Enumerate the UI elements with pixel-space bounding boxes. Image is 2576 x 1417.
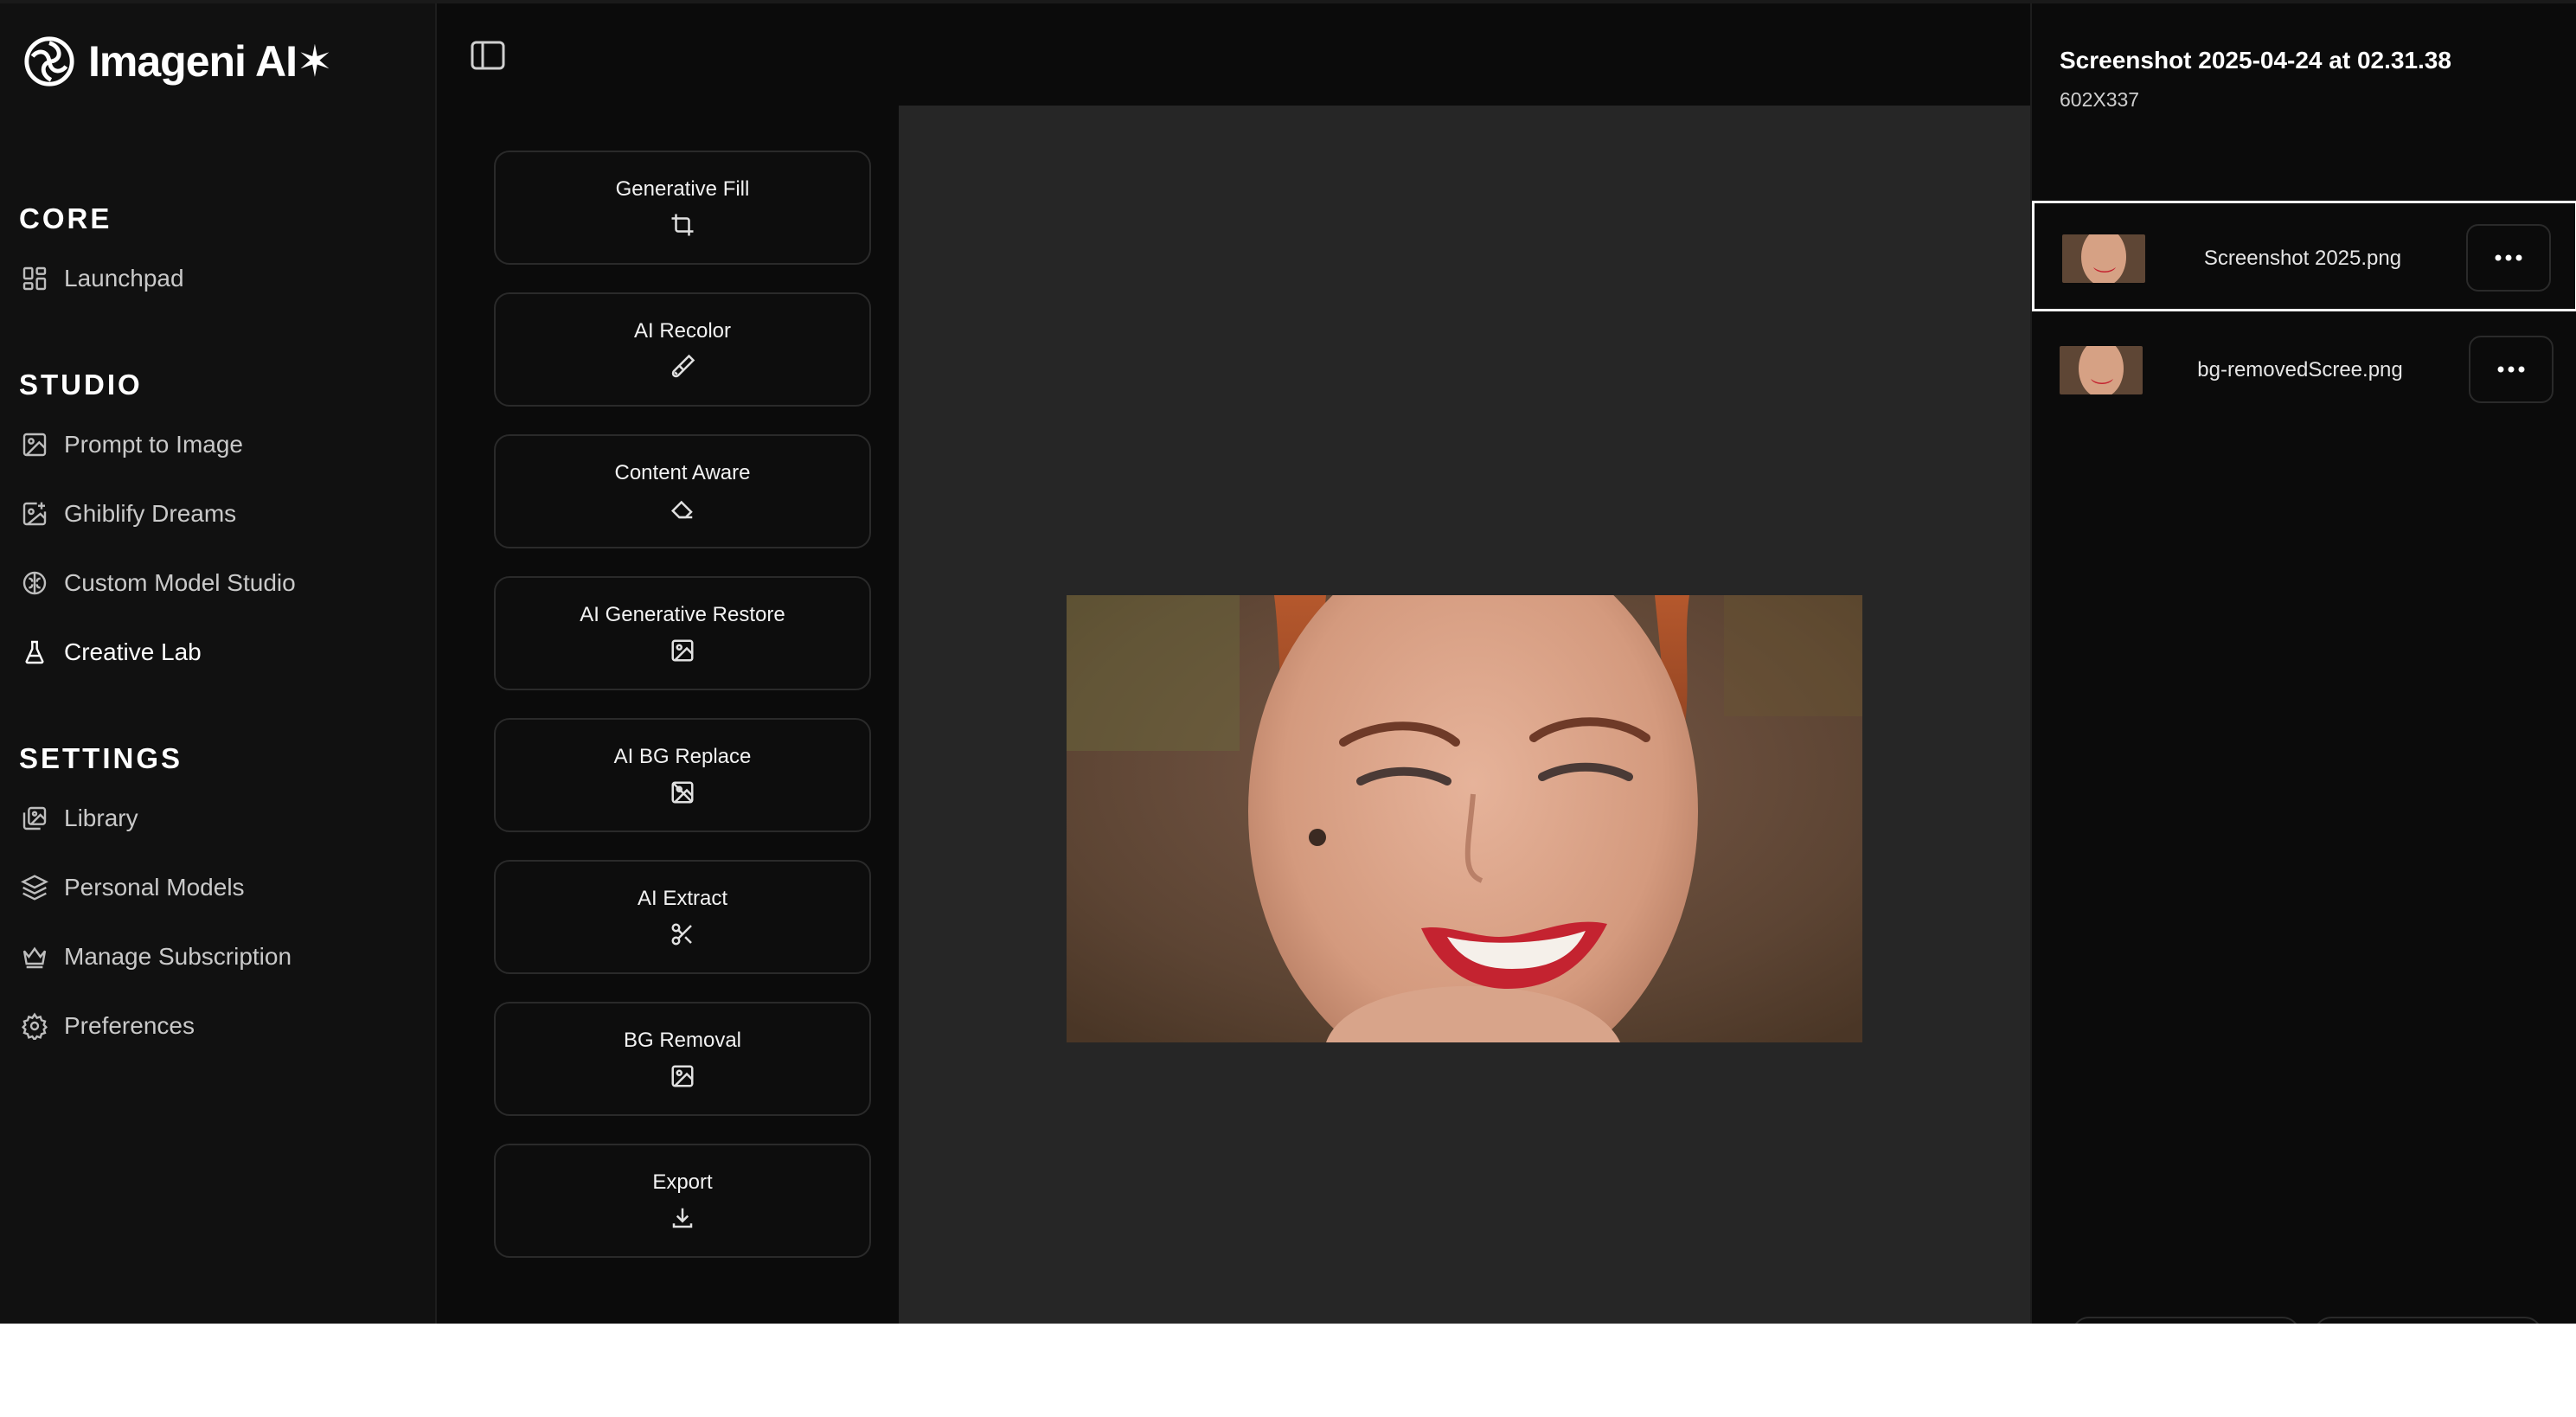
layers-icon <box>21 875 48 901</box>
tool-bg-removal[interactable]: BG Removal <box>494 1002 871 1116</box>
app-window: Imageni AI✶ CORE Launchpad STUDIO Prompt… <box>0 0 2576 1324</box>
tool-label: Generative Fill <box>615 177 750 201</box>
brand-logo[interactable]: Imageni AI✶ <box>22 35 333 88</box>
image-canvas[interactable] <box>899 106 2030 1324</box>
sidebar-item-custom-model-studio[interactable]: Custom Model Studio <box>21 569 296 597</box>
layer-item-bg-removed[interactable]: bg-removedScree.png <box>2032 315 2576 426</box>
eraser-icon <box>670 500 693 519</box>
flask-icon <box>25 640 44 664</box>
layer-name: bg-removedScree.png <box>2197 358 2403 382</box>
sidebar-item-label: Creative Lab <box>64 638 202 665</box>
tool-ai-extract[interactable]: AI Extract <box>494 860 871 974</box>
crown-icon <box>22 946 47 969</box>
tool-label: AI Extract <box>637 887 728 910</box>
tool-label: BG Removal <box>623 1029 742 1052</box>
tool-export[interactable]: Export <box>494 1144 871 1258</box>
more-horizontal-icon <box>2497 366 2525 373</box>
sidebar-item-label: Preferences <box>64 1012 195 1039</box>
tool-generative-fill[interactable]: Generative Fill <box>494 151 871 265</box>
sidebar-item-label: Personal Models <box>64 874 245 901</box>
sidebar-item-ghiblify-dreams[interactable]: Ghiblify Dreams <box>21 500 236 528</box>
file-title: Screenshot 2025-04-24 at 02.31.38 <box>2060 47 2451 74</box>
section-title-core: CORE <box>19 202 112 234</box>
image-off-icon <box>671 781 694 804</box>
image-icon <box>22 433 47 457</box>
section-title-studio: STUDIO <box>19 369 143 401</box>
sidebar-toggle-icon[interactable] <box>470 40 506 71</box>
grid-icon <box>22 266 47 291</box>
layer-more-button[interactable] <box>2466 224 2551 292</box>
sidebar-item-preferences[interactable]: Preferences <box>21 1012 195 1040</box>
sidebar-item-label: Prompt to Image <box>64 431 243 458</box>
top-bar <box>439 3 2030 106</box>
file-dimensions: 602X337 <box>2060 88 2140 111</box>
download-icon <box>672 1208 693 1228</box>
right-panel: Screenshot 2025-04-24 at 02.31.38 602X33… <box>2030 3 2576 1324</box>
bottom-action-button[interactable] <box>2314 1317 2542 1324</box>
tool-ai-bg-replace[interactable]: AI BG Replace <box>494 718 871 832</box>
layer-thumbnail <box>2060 346 2143 394</box>
image-icon <box>671 1065 694 1087</box>
tool-label: AI Recolor <box>633 319 732 343</box>
tool-content-aware[interactable]: Content Aware <box>494 434 871 548</box>
tool-label: Export <box>652 1170 713 1194</box>
sidebar-item-library[interactable]: Library <box>21 805 138 832</box>
gear-icon <box>21 1012 48 1040</box>
sidebar-item-personal-models[interactable]: Personal Models <box>21 874 245 901</box>
sidebar-item-label: Launchpad <box>64 265 184 292</box>
library-icon <box>22 806 47 830</box>
sidebar-item-label: Library <box>64 805 138 831</box>
sidebar-item-label: Manage Subscription <box>64 943 292 970</box>
layer-more-button[interactable] <box>2469 336 2554 403</box>
sidebar-item-launchpad[interactable]: Launchpad <box>21 265 184 292</box>
layer-name: Screenshot 2025.png <box>2203 247 2402 270</box>
image-icon <box>671 639 694 662</box>
tool-label: AI Generative Restore <box>580 603 785 626</box>
sidebar: Imageni AI✶ CORE Launchpad STUDIO Prompt… <box>0 3 437 1324</box>
sidebar-item-label: Custom Model Studio <box>64 569 296 596</box>
bottom-action-button[interactable] <box>2072 1317 2300 1324</box>
section-title-settings: SETTINGS <box>19 742 183 774</box>
sidebar-item-creative-lab[interactable]: Creative Lab <box>21 638 202 666</box>
crop-icon <box>671 214 694 236</box>
sidebar-item-prompt-to-image[interactable]: Prompt to Image <box>21 431 243 458</box>
sidebar-item-label: Ghiblify Dreams <box>64 500 237 527</box>
brand-name: Imageni AI✶ <box>88 37 333 86</box>
more-horizontal-icon <box>2495 254 2522 261</box>
logo-swirl-icon <box>24 36 74 87</box>
image-sparkle-icon <box>22 502 47 526</box>
tool-ai-generative-restore[interactable]: AI Generative Restore <box>494 576 871 690</box>
tool-label: Content Aware <box>614 461 751 484</box>
portrait-image[interactable] <box>1067 595 1862 1042</box>
brain-icon <box>22 571 47 595</box>
layer-item-screenshot[interactable]: Screenshot 2025.png <box>2032 201 2576 311</box>
scissors-icon <box>671 923 692 946</box>
tools-panel: Generative Fill AI Recolor Content Aware… <box>439 106 899 1324</box>
layer-thumbnail <box>2062 234 2145 283</box>
sidebar-item-manage-subscription[interactable]: Manage Subscription <box>21 943 292 971</box>
tool-label: AI BG Replace <box>613 745 752 768</box>
brush-icon <box>671 354 695 378</box>
tool-ai-recolor[interactable]: AI Recolor <box>494 292 871 407</box>
